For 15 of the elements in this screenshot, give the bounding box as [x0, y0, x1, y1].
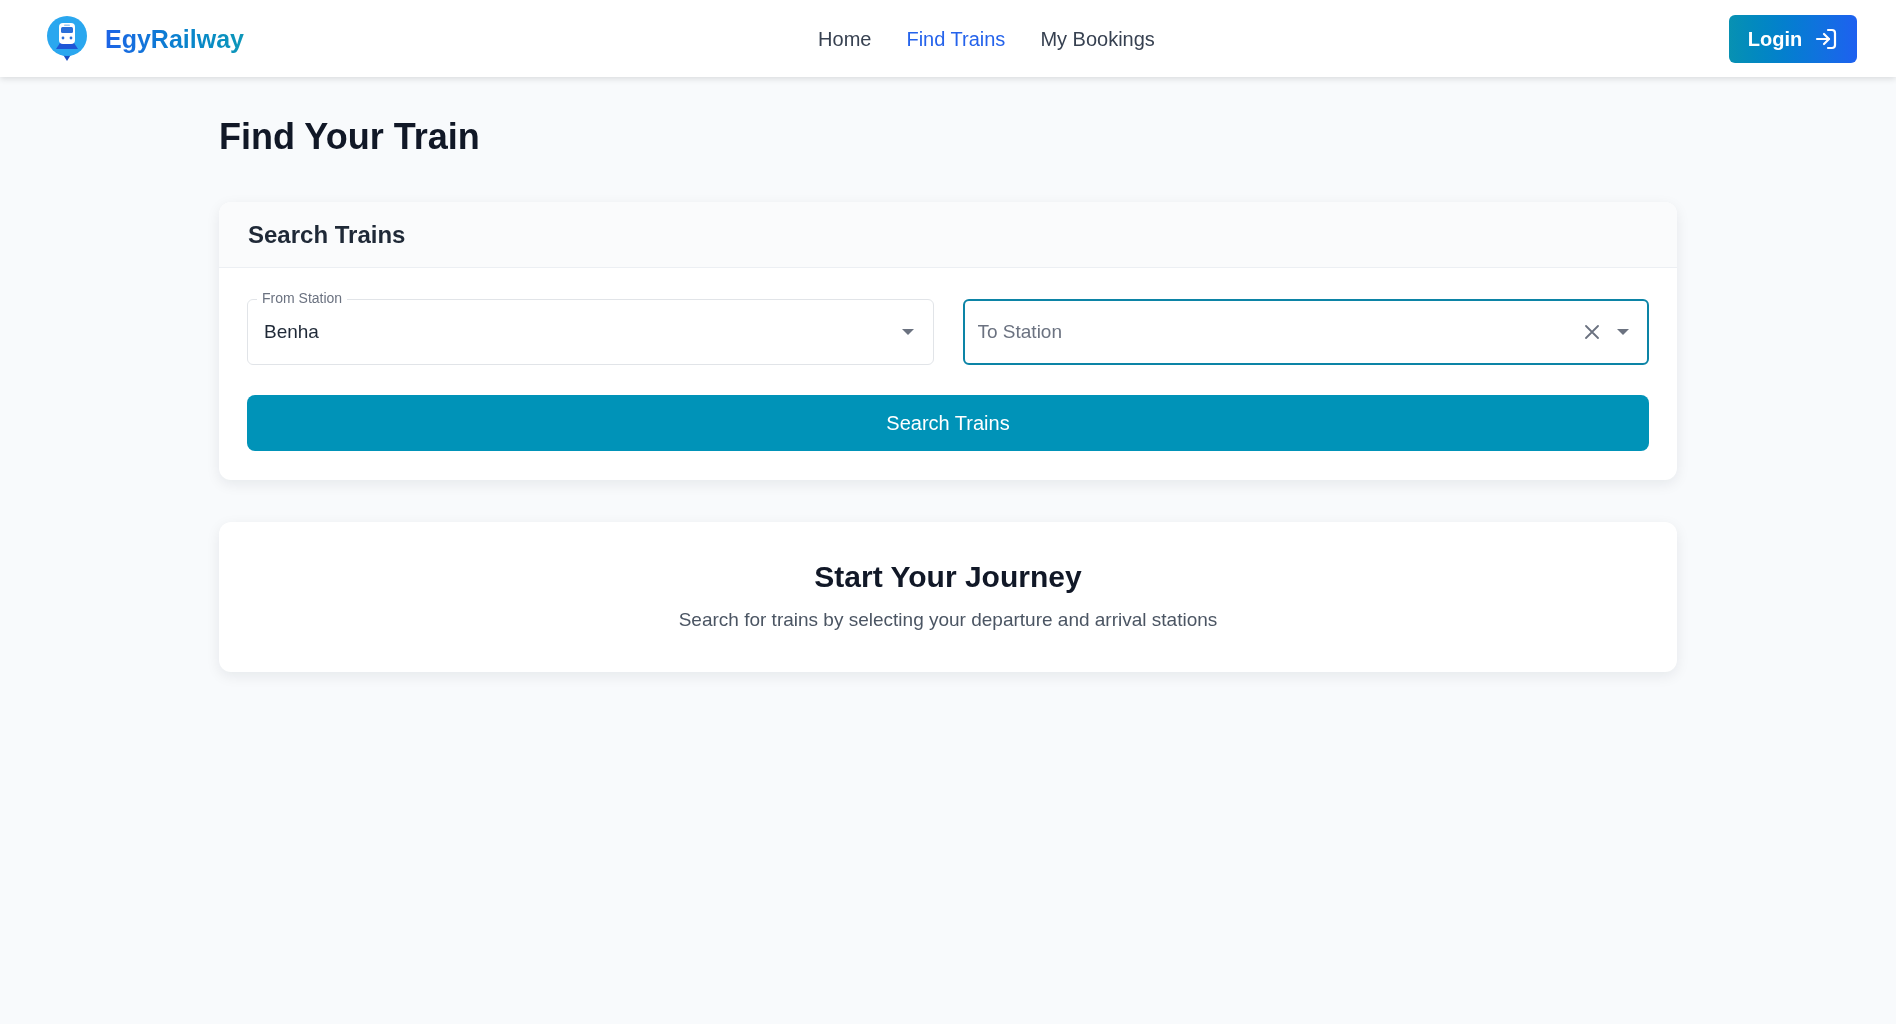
- page-title: Find Your Train: [219, 115, 480, 159]
- login-icon: [1814, 26, 1839, 51]
- dropdown-caret-icon[interactable]: [901, 329, 914, 335]
- train-logo-icon: [47, 15, 87, 62]
- nav-link[interactable]: My Bookings: [1040, 26, 1155, 51]
- empty-state-title: Start Your Journey: [814, 559, 1082, 595]
- search-trains-button[interactable]: Search Trains: [247, 395, 1649, 451]
- login-button[interactable]: Login: [1729, 14, 1857, 63]
- dropdown-caret-icon[interactable]: [1617, 329, 1629, 335]
- empty-state-description: Search for trains by selecting your departure and arrival stations: [678, 608, 1218, 632]
- clear-icon[interactable]: [1585, 325, 1599, 339]
- nav-link[interactable]: Home: [818, 26, 872, 51]
- nav-link[interactable]: Find Trains: [906, 26, 1006, 51]
- card-title: Search Trains: [248, 219, 406, 250]
- station-field[interactable]: To Station: [962, 299, 1649, 365]
